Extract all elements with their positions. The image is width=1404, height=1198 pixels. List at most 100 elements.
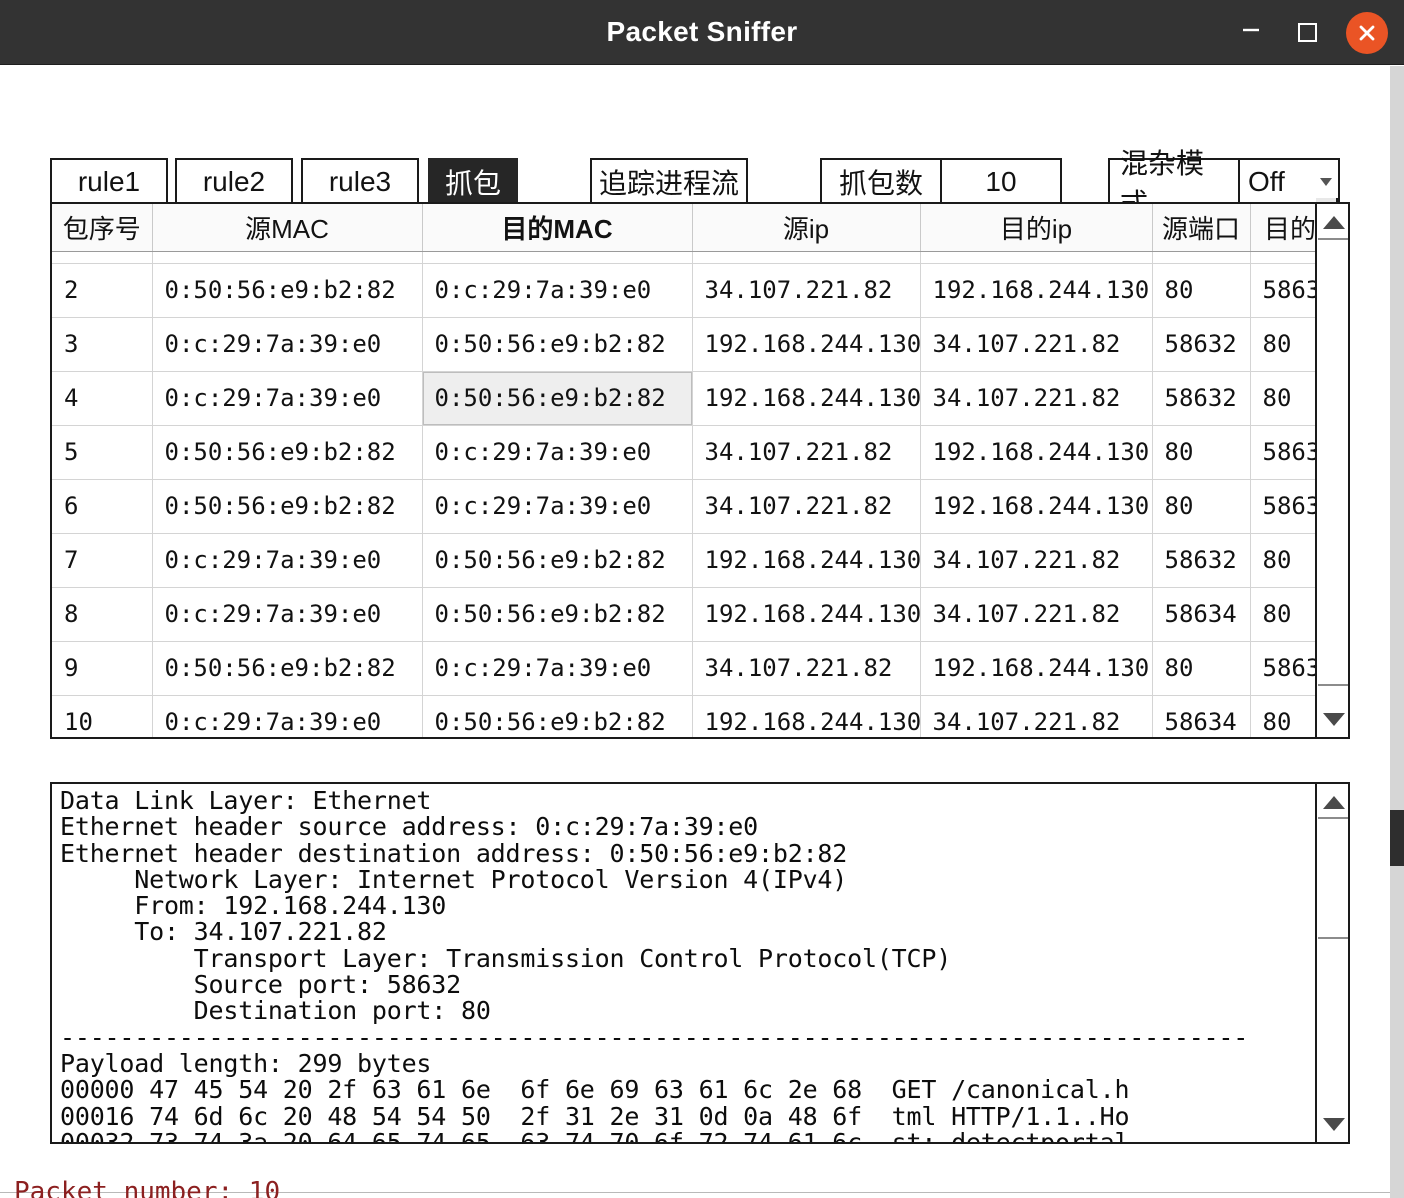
- promiscuous-mode-select[interactable]: Off: [1240, 158, 1340, 206]
- cell-dst-ip[interactable]: 34.107.221.82: [920, 533, 1153, 588]
- cell-src-mac[interactable]: 0:50:56:e9:b2:82: [152, 479, 423, 534]
- packet-table-scrollbar[interactable]: [1315, 204, 1348, 737]
- cell-packet-no[interactable]: 6: [52, 479, 153, 534]
- cell-src-mac[interactable]: 0:c:29:7a:39:e0: [152, 587, 423, 642]
- cell-src-port[interactable]: 58632: [1152, 371, 1251, 426]
- cell-src-ip[interactable]: 34.107.221.82: [692, 479, 921, 534]
- minimize-icon[interactable]: [1234, 16, 1268, 50]
- cell-dst-ip[interactable]: 192.168.244.130: [920, 479, 1153, 534]
- cell-dst-ip[interactable]: 34.107.221.82: [920, 371, 1153, 426]
- cell-packet-no[interactable]: 9: [52, 641, 153, 696]
- cell-dst-mac[interactable]: 0:50:56:e9:b2:82: [422, 695, 693, 737]
- cell-src-mac[interactable]: 0:50:56:e9:b2:82: [152, 641, 423, 696]
- packet-table: 包序号 源MAC 目的MAC 源ip 目的ip 源端口 目的端口 20:50:5…: [52, 204, 1348, 737]
- cell-dst-mac[interactable]: 0:c:29:7a:39:e0: [422, 263, 693, 318]
- scrollbar-thumb[interactable]: [1318, 817, 1348, 939]
- column-header-dst-mac[interactable]: 目的MAC: [422, 204, 693, 252]
- scroll-down-icon[interactable]: [1317, 705, 1348, 733]
- capture-button[interactable]: 抓包: [428, 158, 518, 206]
- cell-src-ip[interactable]: 192.168.244.130: [692, 695, 921, 737]
- cell-src-ip: [692, 251, 921, 264]
- cell-dst-mac[interactable]: 0:c:29:7a:39:e0: [422, 479, 693, 534]
- scroll-up-icon[interactable]: [1317, 208, 1348, 236]
- cell-src-mac[interactable]: 0:c:29:7a:39:e0: [152, 317, 423, 372]
- cell-dst-mac[interactable]: 0:50:56:e9:b2:82: [422, 533, 693, 588]
- cell-src-ip[interactable]: 34.107.221.82: [692, 263, 921, 318]
- packet-detail-text[interactable]: Data Link Layer: Ethernet Ethernet heade…: [60, 787, 1305, 1142]
- cell-dst-mac: [422, 251, 693, 264]
- table-row[interactable]: 8 0:c:29:7a:39:e0 0:50:56:e9:b2:82 192.168.…: [52, 587, 1348, 642]
- packet-count-input[interactable]: 10: [942, 158, 1062, 206]
- packet-table-container: 包序号 源MAC 目的MAC 源ip 目的ip 源端口 目的端口 20:50:5…: [50, 202, 1350, 739]
- cell-src-ip[interactable]: 192.168.244.130: [692, 371, 921, 426]
- cell-packet-no[interactable]: 4: [52, 371, 153, 426]
- table-row[interactable]: 10 0:c:29:7a:39:e0 0:50:56:e9:b2:82 192.168…: [52, 695, 1348, 737]
- column-header-src-port[interactable]: 源端口: [1152, 204, 1251, 252]
- rule2-button[interactable]: rule2: [175, 158, 293, 206]
- packet-table-header: 包序号 源MAC 目的MAC 源ip 目的ip 源端口 目的端口: [52, 204, 1348, 252]
- cell-src-ip[interactable]: 34.107.221.82: [692, 425, 921, 480]
- cell-src-ip[interactable]: 34.107.221.82: [692, 641, 921, 696]
- cell-src-port[interactable]: 58632: [1152, 533, 1251, 588]
- cell-dst-mac[interactable]: 0:c:29:7a:39:e0: [422, 641, 693, 696]
- table-row[interactable]: 6 0:50:56:e9:b2:82 0:c:29:7a:39:e0 34.107.2…: [52, 479, 1348, 534]
- cell-src-port[interactable]: 80: [1152, 641, 1251, 696]
- cell-dst-mac[interactable]: 0:50:56:e9:b2:82: [422, 317, 693, 372]
- table-row[interactable]: 9 0:50:56:e9:b2:82 0:c:29:7a:39:e0 34.107.2…: [52, 641, 1348, 696]
- maximize-icon[interactable]: [1290, 16, 1324, 50]
- scrollbar-thumb[interactable]: [1318, 238, 1348, 686]
- cell-packet-no: [52, 251, 153, 264]
- cell-dst-mac[interactable]: 0:50:56:e9:b2:82: [422, 587, 693, 642]
- cell-src-mac[interactable]: 0:c:29:7a:39:e0: [152, 695, 423, 737]
- cell-dst-ip[interactable]: 34.107.221.82: [920, 317, 1153, 372]
- cell-src-port[interactable]: 80: [1152, 425, 1251, 480]
- table-row[interactable]: 4 0:c:29:7a:39:e0 0:50:56:e9:b2:82 192.168.…: [52, 371, 1348, 426]
- track-process-flow-button[interactable]: 追踪进程流: [590, 158, 748, 206]
- scroll-down-icon[interactable]: [1317, 1110, 1348, 1138]
- cell-packet-no[interactable]: 2: [52, 263, 153, 318]
- cell-src-port[interactable]: 58632: [1152, 317, 1251, 372]
- cell-src-port[interactable]: 58634: [1152, 587, 1251, 642]
- cell-src-mac[interactable]: 0:50:56:e9:b2:82: [152, 425, 423, 480]
- cell-src-ip[interactable]: 192.168.244.130: [692, 533, 921, 588]
- promiscuous-mode-value: Off: [1248, 166, 1285, 197]
- cell-dst-mac[interactable]: 0:50:56:e9:b2:82: [422, 371, 693, 426]
- table-row[interactable]: 3 0:c:29:7a:39:e0 0:50:56:e9:b2:82 192.168.…: [52, 317, 1348, 372]
- column-header-dst-ip[interactable]: 目的ip: [920, 204, 1153, 252]
- close-icon[interactable]: [1346, 11, 1388, 54]
- table-row[interactable]: 7 0:c:29:7a:39:e0 0:50:56:e9:b2:82 192.168.…: [52, 533, 1348, 588]
- window-scrollbar-thumb[interactable]: [1390, 810, 1404, 866]
- rule3-button[interactable]: rule3: [301, 158, 419, 206]
- table-row[interactable]: 2 0:50:56:e9:b2:82 0:c:29:7a:39:e0 34.107.2…: [52, 263, 1348, 318]
- cell-dst-ip[interactable]: 192.168.244.130: [920, 263, 1153, 318]
- cell-dst-ip[interactable]: 192.168.244.130: [920, 425, 1153, 480]
- column-header-src-mac[interactable]: 源MAC: [152, 204, 423, 252]
- column-header-packet-no[interactable]: 包序号: [52, 204, 153, 252]
- cell-src-mac[interactable]: 0:50:56:e9:b2:82: [152, 263, 423, 318]
- cell-src-ip[interactable]: 192.168.244.130: [692, 587, 921, 642]
- cell-packet-no[interactable]: 7: [52, 533, 153, 588]
- packet-detail-scrollbar[interactable]: [1315, 784, 1348, 1142]
- cell-packet-no[interactable]: 5: [52, 425, 153, 480]
- rule1-button[interactable]: rule1: [50, 158, 168, 206]
- table-row[interactable]: 5 0:50:56:e9:b2:82 0:c:29:7a:39:e0 34.107.2…: [52, 425, 1348, 480]
- cell-src-mac[interactable]: 0:c:29:7a:39:e0: [152, 371, 423, 426]
- column-header-src-ip[interactable]: 源ip: [692, 204, 921, 252]
- scroll-up-icon[interactable]: [1317, 788, 1348, 816]
- cell-src-port[interactable]: 80: [1152, 263, 1251, 318]
- cell-dst-mac[interactable]: 0:c:29:7a:39:e0: [422, 425, 693, 480]
- window-scrollbar[interactable]: [1390, 66, 1404, 1198]
- cell-src-mac[interactable]: 0:c:29:7a:39:e0: [152, 533, 423, 588]
- cell-packet-no[interactable]: 3: [52, 317, 153, 372]
- cell-src-ip[interactable]: 192.168.244.130: [692, 317, 921, 372]
- cell-packet-no[interactable]: 10: [52, 695, 153, 737]
- toolbar: rule1 rule2 rule3 抓包 追踪进程流 抓包数 10 混杂模式 O…: [0, 65, 1404, 260]
- cell-src-port[interactable]: 80: [1152, 479, 1251, 534]
- cell-dst-ip[interactable]: 34.107.221.82: [920, 695, 1153, 737]
- cell-packet-no[interactable]: 8: [52, 587, 153, 642]
- cell-src-port[interactable]: 58634: [1152, 695, 1251, 737]
- cell-dst-ip[interactable]: 192.168.244.130: [920, 641, 1153, 696]
- packet-detail-container: Data Link Layer: Ethernet Ethernet heade…: [50, 782, 1350, 1144]
- cell-dst-ip[interactable]: 34.107.221.82: [920, 587, 1153, 642]
- packet-count-group: 抓包数 10: [820, 158, 1062, 206]
